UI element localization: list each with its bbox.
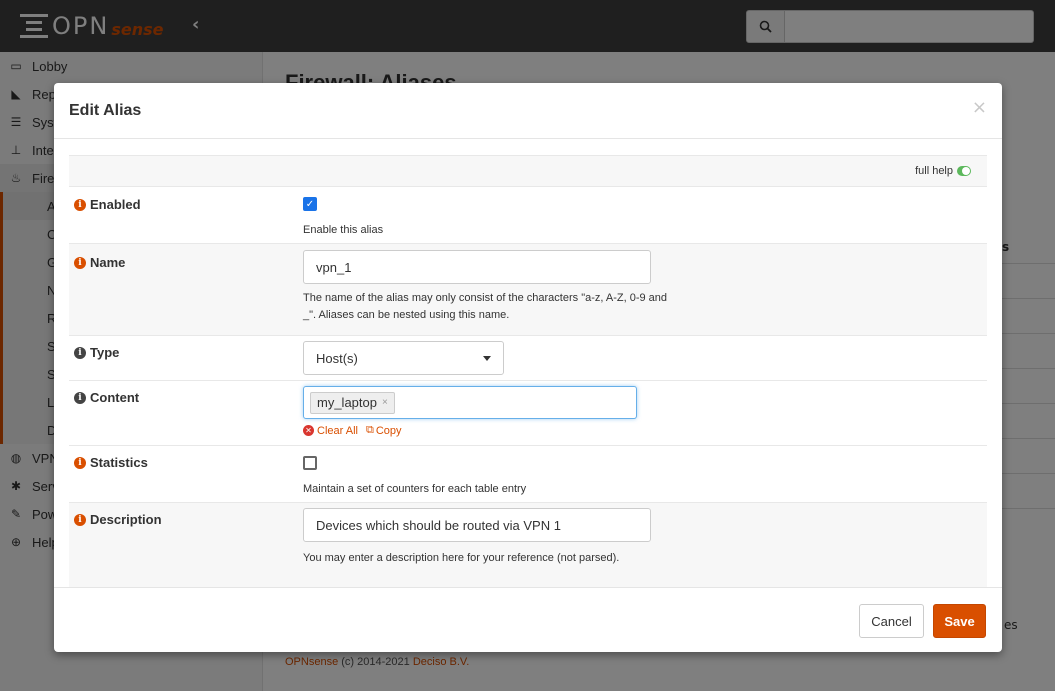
description-row: i Description Devices which should be ro… (69, 503, 987, 588)
close-icon[interactable]: × (972, 97, 987, 118)
clear-all-button[interactable]: ✕ Clear All (303, 425, 358, 437)
caret-down-icon (483, 355, 491, 361)
save-button[interactable]: Save (933, 604, 986, 638)
token-label: my_laptop (317, 395, 377, 410)
name-hint-line2: _". Aliases can be nested using this nam… (303, 309, 510, 321)
name-row: i Name vpn_1 The name of the alias may o… (69, 244, 987, 336)
statistics-checkbox[interactable] (303, 456, 317, 470)
description-field: Devices which should be routed via VPN 1… (303, 508, 651, 567)
remove-token-icon[interactable]: × (382, 397, 388, 408)
info-icon[interactable]: i (74, 513, 86, 526)
content-field: my_laptop × ✕ Clear All ⧉ Copy (303, 386, 637, 437)
full-help-label: full help (915, 165, 953, 177)
statistics-label: i Statistics (74, 455, 148, 470)
field-label: Description (90, 512, 162, 527)
edit-alias-dialog: Edit Alias × full help i Enabled ✓ Enabl… (54, 83, 1002, 652)
statistics-row: i Statistics Maintain a set of counters … (69, 446, 987, 503)
full-help-row: full help (69, 155, 987, 187)
enabled-row: i Enabled ✓ Enable this alias (69, 187, 987, 244)
field-label: Name (90, 255, 126, 270)
enabled-hint: Enable this alias (303, 224, 384, 236)
enabled-checkbox[interactable]: ✓ (303, 197, 317, 211)
type-label: i Type (74, 345, 119, 360)
field-label: Type (90, 345, 120, 360)
field-label: Statistics (90, 455, 148, 470)
toggle-on-icon (957, 166, 971, 176)
copy-label: Copy (375, 424, 402, 437)
type-row: i Type Host(s) (69, 336, 987, 381)
modal-title: Edit Alias (69, 102, 142, 119)
name-field: vpn_1 The name of the alias may only con… (303, 250, 667, 324)
content-actions: ✕ Clear All ⧉ Copy (303, 424, 637, 437)
full-help-toggle[interactable]: full help (915, 165, 971, 177)
info-icon[interactable]: i (74, 346, 86, 359)
statistics-hint: Maintain a set of counters for each tabl… (303, 483, 527, 495)
modal-header: Edit Alias × (54, 83, 1002, 139)
copy-button[interactable]: ⧉ Copy (358, 424, 402, 437)
info-icon[interactable]: i (74, 256, 86, 269)
enabled-label: i Enabled (74, 197, 141, 212)
name-input[interactable]: vpn_1 (303, 250, 651, 284)
description-hint: You may enter a description here for you… (303, 552, 620, 564)
info-icon[interactable]: i (74, 391, 86, 404)
description-input[interactable]: Devices which should be routed via VPN 1 (303, 508, 651, 542)
field-label: Content (90, 390, 140, 405)
statistics-field: Maintain a set of counters for each tabl… (303, 456, 526, 498)
content-tokens-input[interactable]: my_laptop × (303, 386, 637, 419)
type-field: Host(s) (303, 341, 504, 375)
description-label: i Description (74, 512, 162, 527)
info-icon[interactable]: i (74, 456, 86, 469)
name-hint-line1: The name of the alias may only consist o… (303, 292, 668, 304)
info-icon[interactable]: i (74, 198, 86, 211)
content-label: i Content (74, 390, 139, 405)
content-row: i Content my_laptop × ✕ Clear All ⧉ Copy (69, 381, 987, 446)
cancel-button[interactable]: Cancel (859, 604, 924, 638)
type-select[interactable]: Host(s) (303, 341, 504, 375)
content-token: my_laptop × (310, 391, 395, 414)
alias-form: full help i Enabled ✓ Enable this alias … (69, 155, 987, 588)
clear-all-label: Clear All (317, 424, 358, 437)
enabled-field: ✓ Enable this alias (303, 197, 383, 239)
name-label: i Name (74, 255, 125, 270)
type-select-value: Host(s) (316, 350, 358, 366)
modal-footer: Cancel Save (54, 587, 1002, 652)
times-circle-icon: ✕ (303, 425, 314, 436)
field-label: Enabled (90, 197, 141, 212)
copy-icon: ⧉ (365, 424, 374, 436)
